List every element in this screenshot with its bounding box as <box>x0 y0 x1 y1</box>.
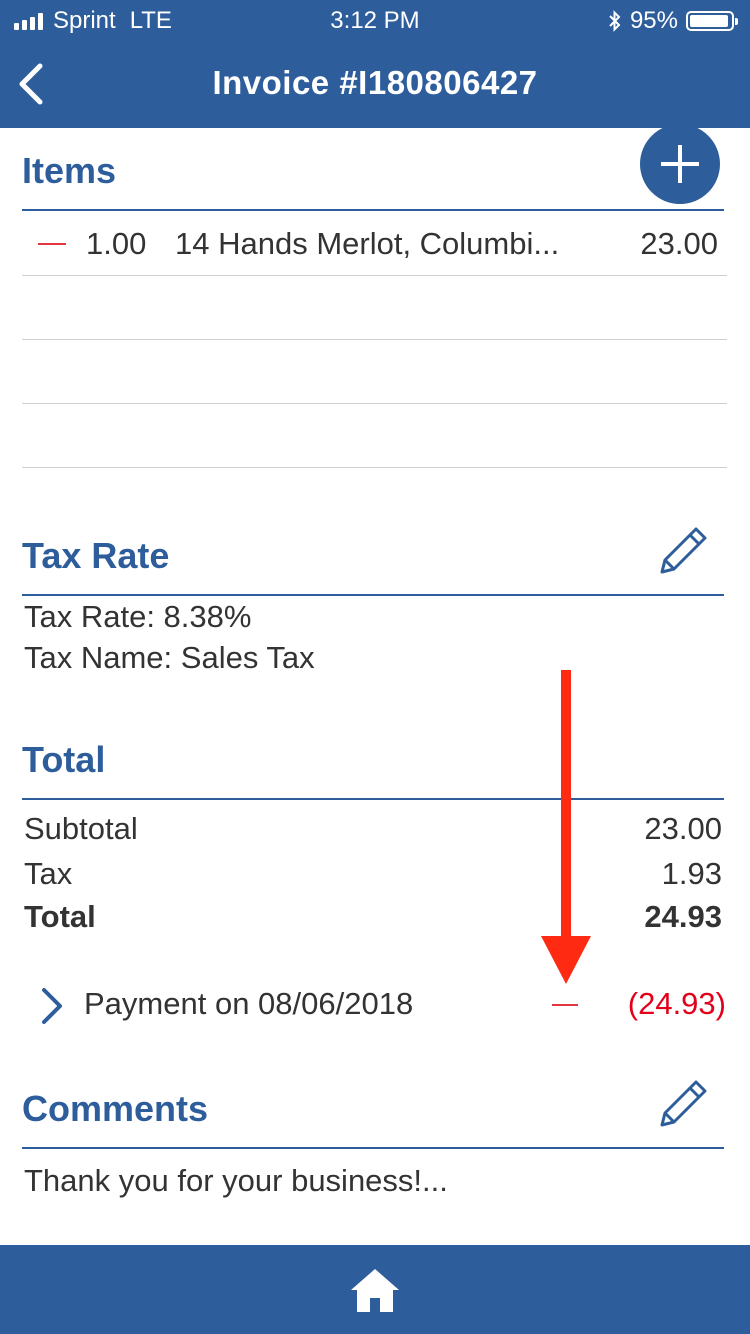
comments-text[interactable]: Thank you for your business!... <box>24 1163 448 1199</box>
row-divider <box>22 467 727 468</box>
item-quantity: 1.00 <box>86 226 147 261</box>
battery-percent: 95% <box>629 7 678 34</box>
page-title: Invoice #I180806427 <box>212 64 538 101</box>
tax-rate-heading: Tax Rate <box>22 535 170 576</box>
tax-name-line: Tax Name: Sales Tax <box>24 640 315 675</box>
status-right: 95% <box>608 7 738 35</box>
bluetooth-icon <box>609 10 621 32</box>
total-value: 24.93 <box>644 899 722 934</box>
comments-heading: Comments <box>22 1088 209 1129</box>
home-icon[interactable] <box>349 1266 401 1314</box>
row-divider <box>22 339 727 340</box>
annotation-arrow-icon <box>541 670 591 984</box>
item-amount: 23.00 <box>640 226 718 261</box>
tax-rate-line: Tax Rate: 8.38% <box>24 599 252 634</box>
navigation-bar: Invoice #I180806427 <box>0 40 750 128</box>
add-item-button[interactable] <box>640 124 720 204</box>
edit-tax-pencil-icon[interactable] <box>648 520 714 586</box>
items-heading: Items <box>22 150 117 191</box>
payment-label: Payment on 08/06/2018 <box>84 986 414 1021</box>
tax-divider <box>22 594 724 596</box>
row-divider <box>22 275 727 276</box>
subtotal-label: Subtotal <box>24 811 138 846</box>
item-description: 14 Hands Merlot, Columbi... <box>175 226 560 261</box>
status-bar: Sprint LTE 3:12 PM 95% <box>0 0 750 40</box>
edit-comments-pencil-icon[interactable] <box>648 1073 714 1139</box>
delete-payment-icon[interactable] <box>552 1004 578 1006</box>
total-label: Total <box>24 899 96 934</box>
total-heading: Total <box>22 739 106 780</box>
payment-amount: (24.93) <box>627 986 726 1021</box>
tax-value: 1.93 <box>661 856 722 891</box>
tax-label: Tax <box>24 856 73 891</box>
items-divider <box>22 209 724 211</box>
comments-divider <box>22 1147 724 1149</box>
chevron-right-icon <box>42 988 62 1024</box>
total-divider <box>22 798 724 800</box>
row-divider <box>22 403 727 404</box>
battery-icon <box>686 11 738 31</box>
subtotal-value: 23.00 <box>644 811 722 846</box>
delete-item-icon[interactable] <box>38 243 66 245</box>
